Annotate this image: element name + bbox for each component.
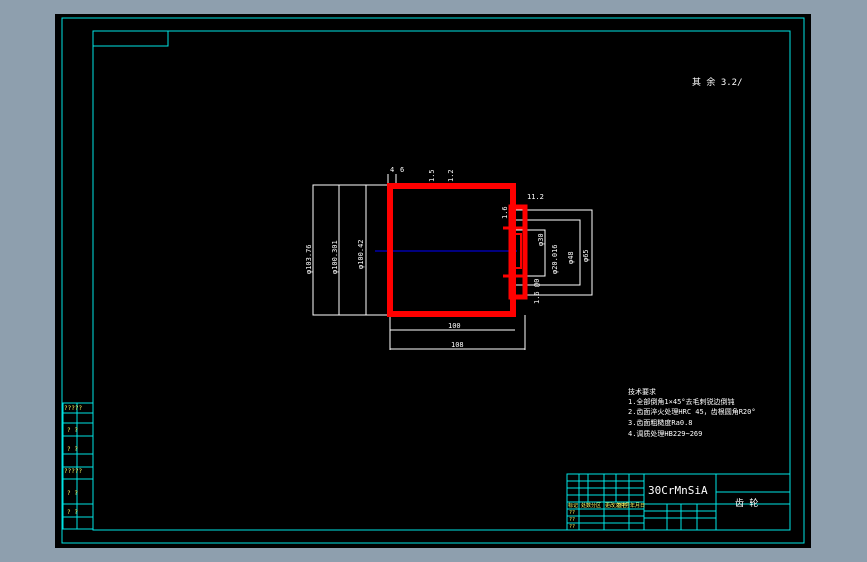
left-strip-text-2: ? ? — [67, 427, 78, 434]
dim-dia-mid: φ100.301 — [331, 240, 339, 274]
tech-req-item-1: 1.全部倒角1×45°去毛刺锐边倒钝 — [628, 397, 735, 406]
title-cell-3: 分区 — [591, 502, 601, 509]
tech-req-title: 技术要求 — [628, 387, 656, 396]
dim-right-small: 1.6 — [501, 206, 509, 219]
cad-viewport[interactable]: ????? ? ? ? ? ????? ? ? ? ? 其 余 3.2/ φ10… — [55, 14, 811, 548]
title-material: 30CrMnSiA — [648, 484, 708, 497]
dim-dia-sm2: φ20.016 — [551, 244, 559, 274]
dim-bottom-small: 1.6 @0 — [533, 279, 541, 304]
dim-dia-65: φ65 — [582, 249, 590, 262]
dim-dia-sm1: φ30 — [537, 233, 545, 246]
inner-frame — [92, 30, 791, 531]
dim-dia-48: φ48 — [567, 251, 575, 264]
top-left-box — [92, 30, 169, 47]
title-left-label-3: ?? — [569, 524, 575, 530]
tech-req-item-3: 3.齿面粗糙度Ra0.8 — [628, 418, 693, 427]
cad-drawing: ????? ? ? ? ? ????? ? ? ? ? 其 余 3.2/ φ10… — [61, 17, 805, 544]
left-strip-text-1: ????? — [64, 405, 82, 412]
left-strip-text-4: ????? — [64, 468, 82, 475]
title-left-label-1: ?? — [569, 510, 575, 516]
outer-frame — [61, 17, 805, 544]
dim-len-108: 108 — [451, 341, 464, 349]
left-strip-text-3: ? ? — [67, 446, 78, 453]
tech-req-item-2: 2.齿面淬火处理HRC 45，齿根圆角R20° — [628, 407, 756, 416]
left-strip-text-6: ? ? — [67, 509, 78, 516]
roughness-note: 其 余 3.2/ — [692, 76, 743, 88]
title-cell-2: 处数 — [581, 502, 591, 509]
dim-top-b: 6 — [400, 166, 404, 174]
title-left-label-2: ?? — [569, 517, 575, 523]
title-cell-1: 标记 — [568, 502, 578, 509]
gear-body — [387, 183, 528, 317]
title-cell-6: 年月日 — [630, 502, 645, 509]
dim-dia-inner: φ100.42 — [357, 239, 365, 269]
dim-top-c: 1.5 — [428, 169, 436, 182]
left-strip-text-5: ? ? — [67, 490, 78, 497]
dim-dia-outer: φ103.76 — [305, 244, 313, 274]
dim-top-a: 4 — [390, 166, 394, 174]
dim-right-top: 11.2 — [527, 193, 544, 201]
dim-top-d: 1.2 — [447, 169, 455, 182]
dim-len-100: 100 — [448, 322, 461, 330]
title-cell-5: 签名 — [617, 502, 627, 509]
tech-req-item-4: 4.调质处理HB229~269 — [628, 429, 702, 438]
title-part-name: 齿 轮 — [735, 497, 758, 509]
